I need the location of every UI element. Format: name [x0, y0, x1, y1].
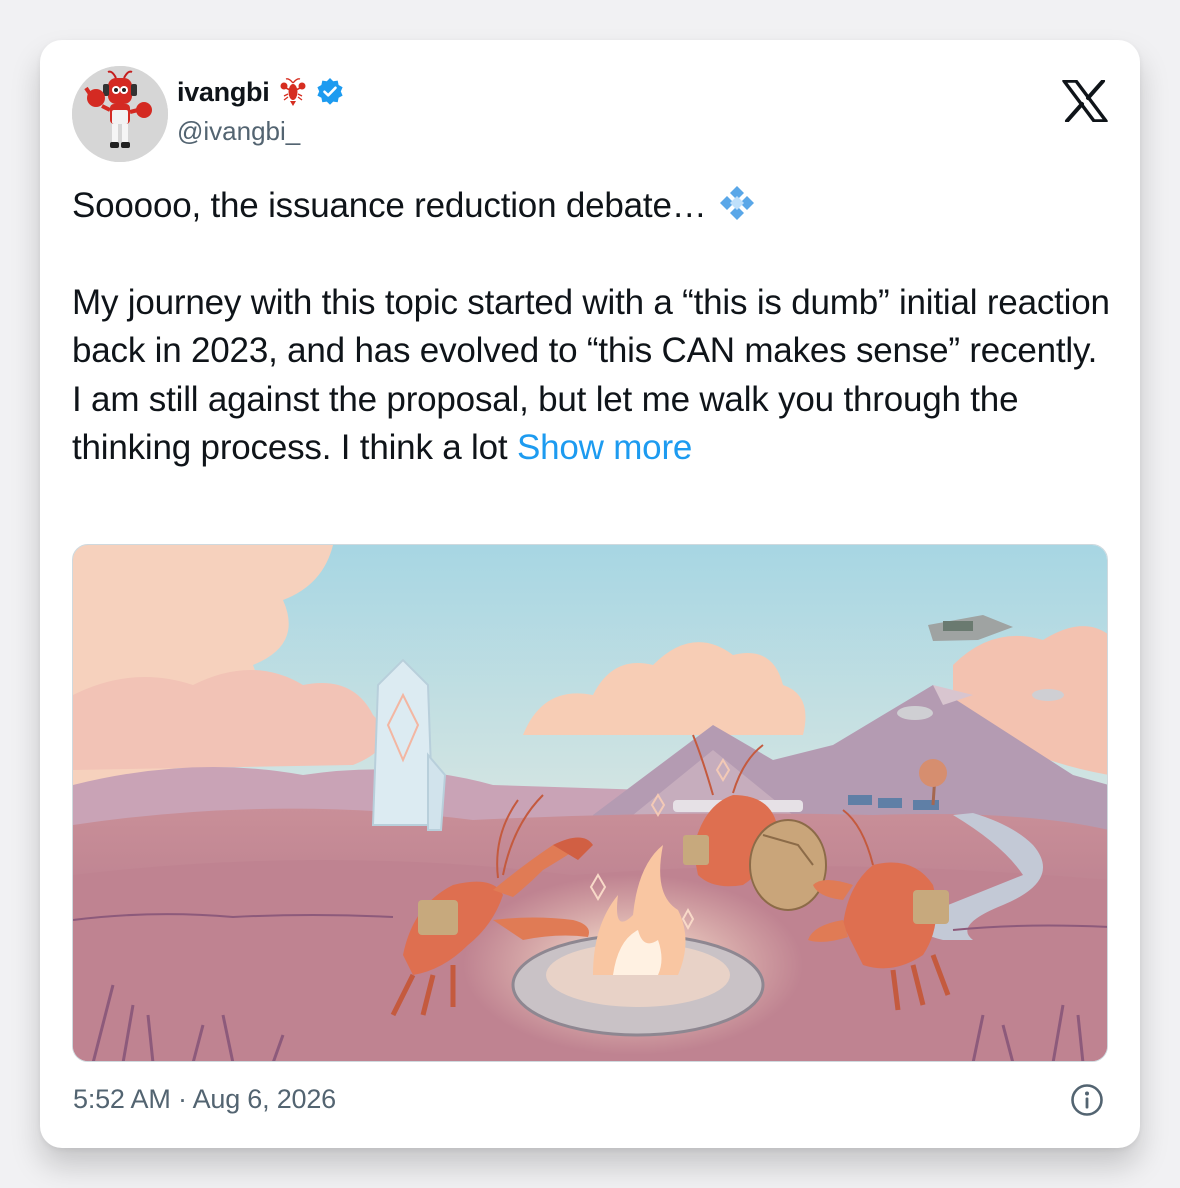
tweet-card: ivangbi @ivangbi_ Sooooo, the issuance r…	[40, 40, 1140, 1148]
robot-lobster-avatar-icon	[72, 66, 168, 162]
lobster-icon	[280, 78, 306, 106]
tweet-text: Sooooo, the issuance reduction debate… M…	[72, 182, 1112, 473]
tweet-timestamp[interactable]: 5:52 AM · Aug 6, 2026	[73, 1084, 336, 1115]
author-info: ivangbi @ivangbi_	[177, 74, 345, 147]
lobster-campfire-illustration	[73, 545, 1107, 1061]
x-logo-icon[interactable]	[1062, 80, 1108, 122]
display-name[interactable]: ivangbi	[177, 77, 270, 108]
avatar[interactable]	[72, 66, 168, 162]
diamond-emoji-icon	[719, 186, 754, 220]
tweet-title: Sooooo, the issuance reduction debate…	[72, 186, 707, 225]
info-icon[interactable]	[1070, 1083, 1104, 1117]
show-more-link[interactable]: Show more	[517, 428, 692, 467]
verified-badge-icon[interactable]	[315, 77, 345, 107]
name-row: ivangbi	[177, 74, 345, 110]
tweet-body: My journey with this topic started with …	[72, 279, 1112, 473]
handle[interactable]: @ivangbi_	[177, 116, 345, 147]
tweet-title-line: Sooooo, the issuance reduction debate…	[72, 182, 1112, 231]
tweet-media-image[interactable]	[72, 544, 1108, 1062]
